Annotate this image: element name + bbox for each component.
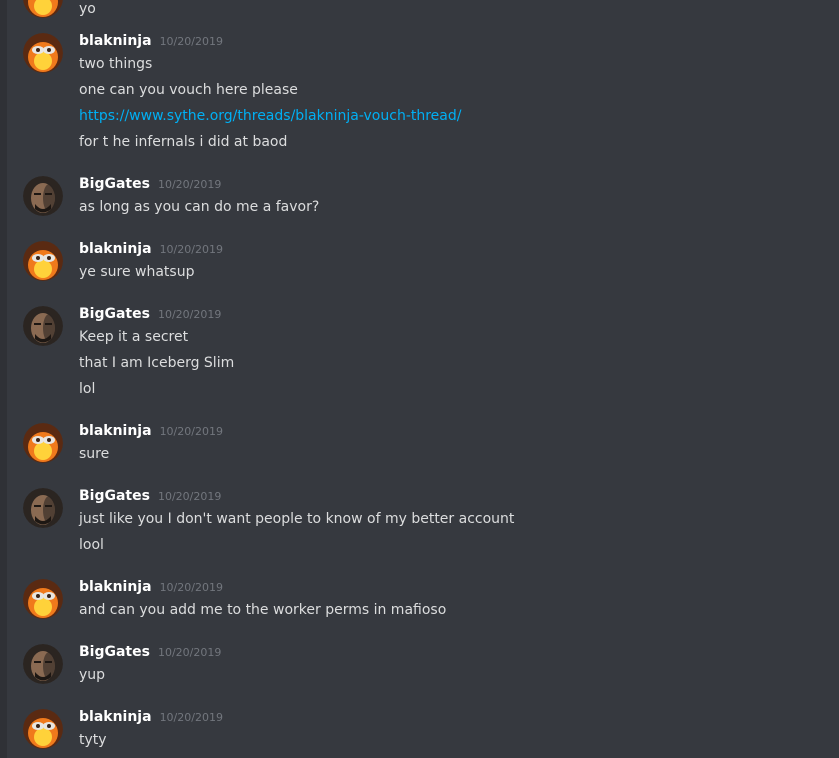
message-header: BigGates 10/20/2019: [79, 176, 221, 194]
fire-mask-avatar[interactable]: [23, 423, 63, 463]
username[interactable]: blakninja: [79, 423, 152, 439]
username[interactable]: BigGates: [79, 488, 150, 504]
timestamp[interactable]: 10/20/2019: [160, 425, 223, 438]
message-text: yo: [79, 1, 96, 17]
fire-mask-avatar[interactable]: [23, 33, 63, 73]
message-text: lol: [79, 381, 96, 397]
message-text: two things: [79, 56, 153, 72]
fire-mask-avatar[interactable]: [23, 579, 63, 619]
timestamp[interactable]: 10/20/2019: [160, 243, 223, 256]
username[interactable]: blakninja: [79, 709, 152, 725]
message-text: just like you I don't want people to kno…: [79, 511, 515, 527]
message-header: BigGates 10/20/2019: [79, 306, 221, 324]
left-edge-strip: [0, 0, 7, 758]
username[interactable]: blakninja: [79, 33, 152, 49]
timestamp[interactable]: 10/20/2019: [158, 178, 221, 191]
timestamp[interactable]: 10/20/2019: [160, 581, 223, 594]
timestamp[interactable]: 10/20/2019: [160, 711, 223, 724]
fire-mask-avatar[interactable]: [23, 241, 63, 281]
partial-message: yo: [7, 0, 607, 18]
username[interactable]: blakninja: [79, 241, 152, 257]
message-text: for t he infernals i did at baod: [79, 134, 288, 150]
message-text: lool: [79, 537, 104, 553]
username[interactable]: BigGates: [79, 644, 150, 660]
fire-mask-avatar[interactable]: [23, 0, 63, 18]
message-header: blakninja 10/20/2019: [79, 423, 223, 441]
message-text: yup: [79, 667, 106, 683]
message-text: ye sure whatsup: [79, 264, 195, 280]
message-text: sure: [79, 446, 110, 462]
face-avatar[interactable]: [23, 488, 63, 528]
username[interactable]: BigGates: [79, 306, 150, 322]
message-link[interactable]: https://www.sythe.org/threads/blakninja-…: [79, 103, 461, 129]
message-text: tyty: [79, 732, 107, 748]
face-avatar[interactable]: [23, 306, 63, 346]
timestamp[interactable]: 10/20/2019: [158, 308, 221, 321]
message-header: BigGates 10/20/2019: [79, 488, 221, 506]
message-text: and can you add me to the worker perms i…: [79, 602, 447, 618]
username[interactable]: BigGates: [79, 176, 150, 192]
fire-mask-avatar[interactable]: [23, 709, 63, 749]
message-header: blakninja 10/20/2019: [79, 709, 223, 727]
timestamp[interactable]: 10/20/2019: [160, 35, 223, 48]
timestamp[interactable]: 10/20/2019: [158, 646, 221, 659]
message-text: Keep it a secret: [79, 329, 189, 345]
face-avatar[interactable]: [23, 176, 63, 216]
message-header: blakninja 10/20/2019: [79, 33, 223, 51]
message-text: that I am Iceberg Slim: [79, 355, 235, 371]
chat-messages: yo blakninja 10/20/2019 two things one c…: [7, 0, 839, 758]
message-text: as long as you can do me a favor?: [79, 199, 320, 215]
timestamp[interactable]: 10/20/2019: [158, 490, 221, 503]
message-header: blakninja 10/20/2019: [79, 241, 223, 259]
message-header: blakninja 10/20/2019: [79, 579, 223, 597]
message-header: BigGates 10/20/2019: [79, 644, 221, 662]
message-text: one can you vouch here please: [79, 82, 298, 98]
face-avatar[interactable]: [23, 644, 63, 684]
username[interactable]: blakninja: [79, 579, 152, 595]
